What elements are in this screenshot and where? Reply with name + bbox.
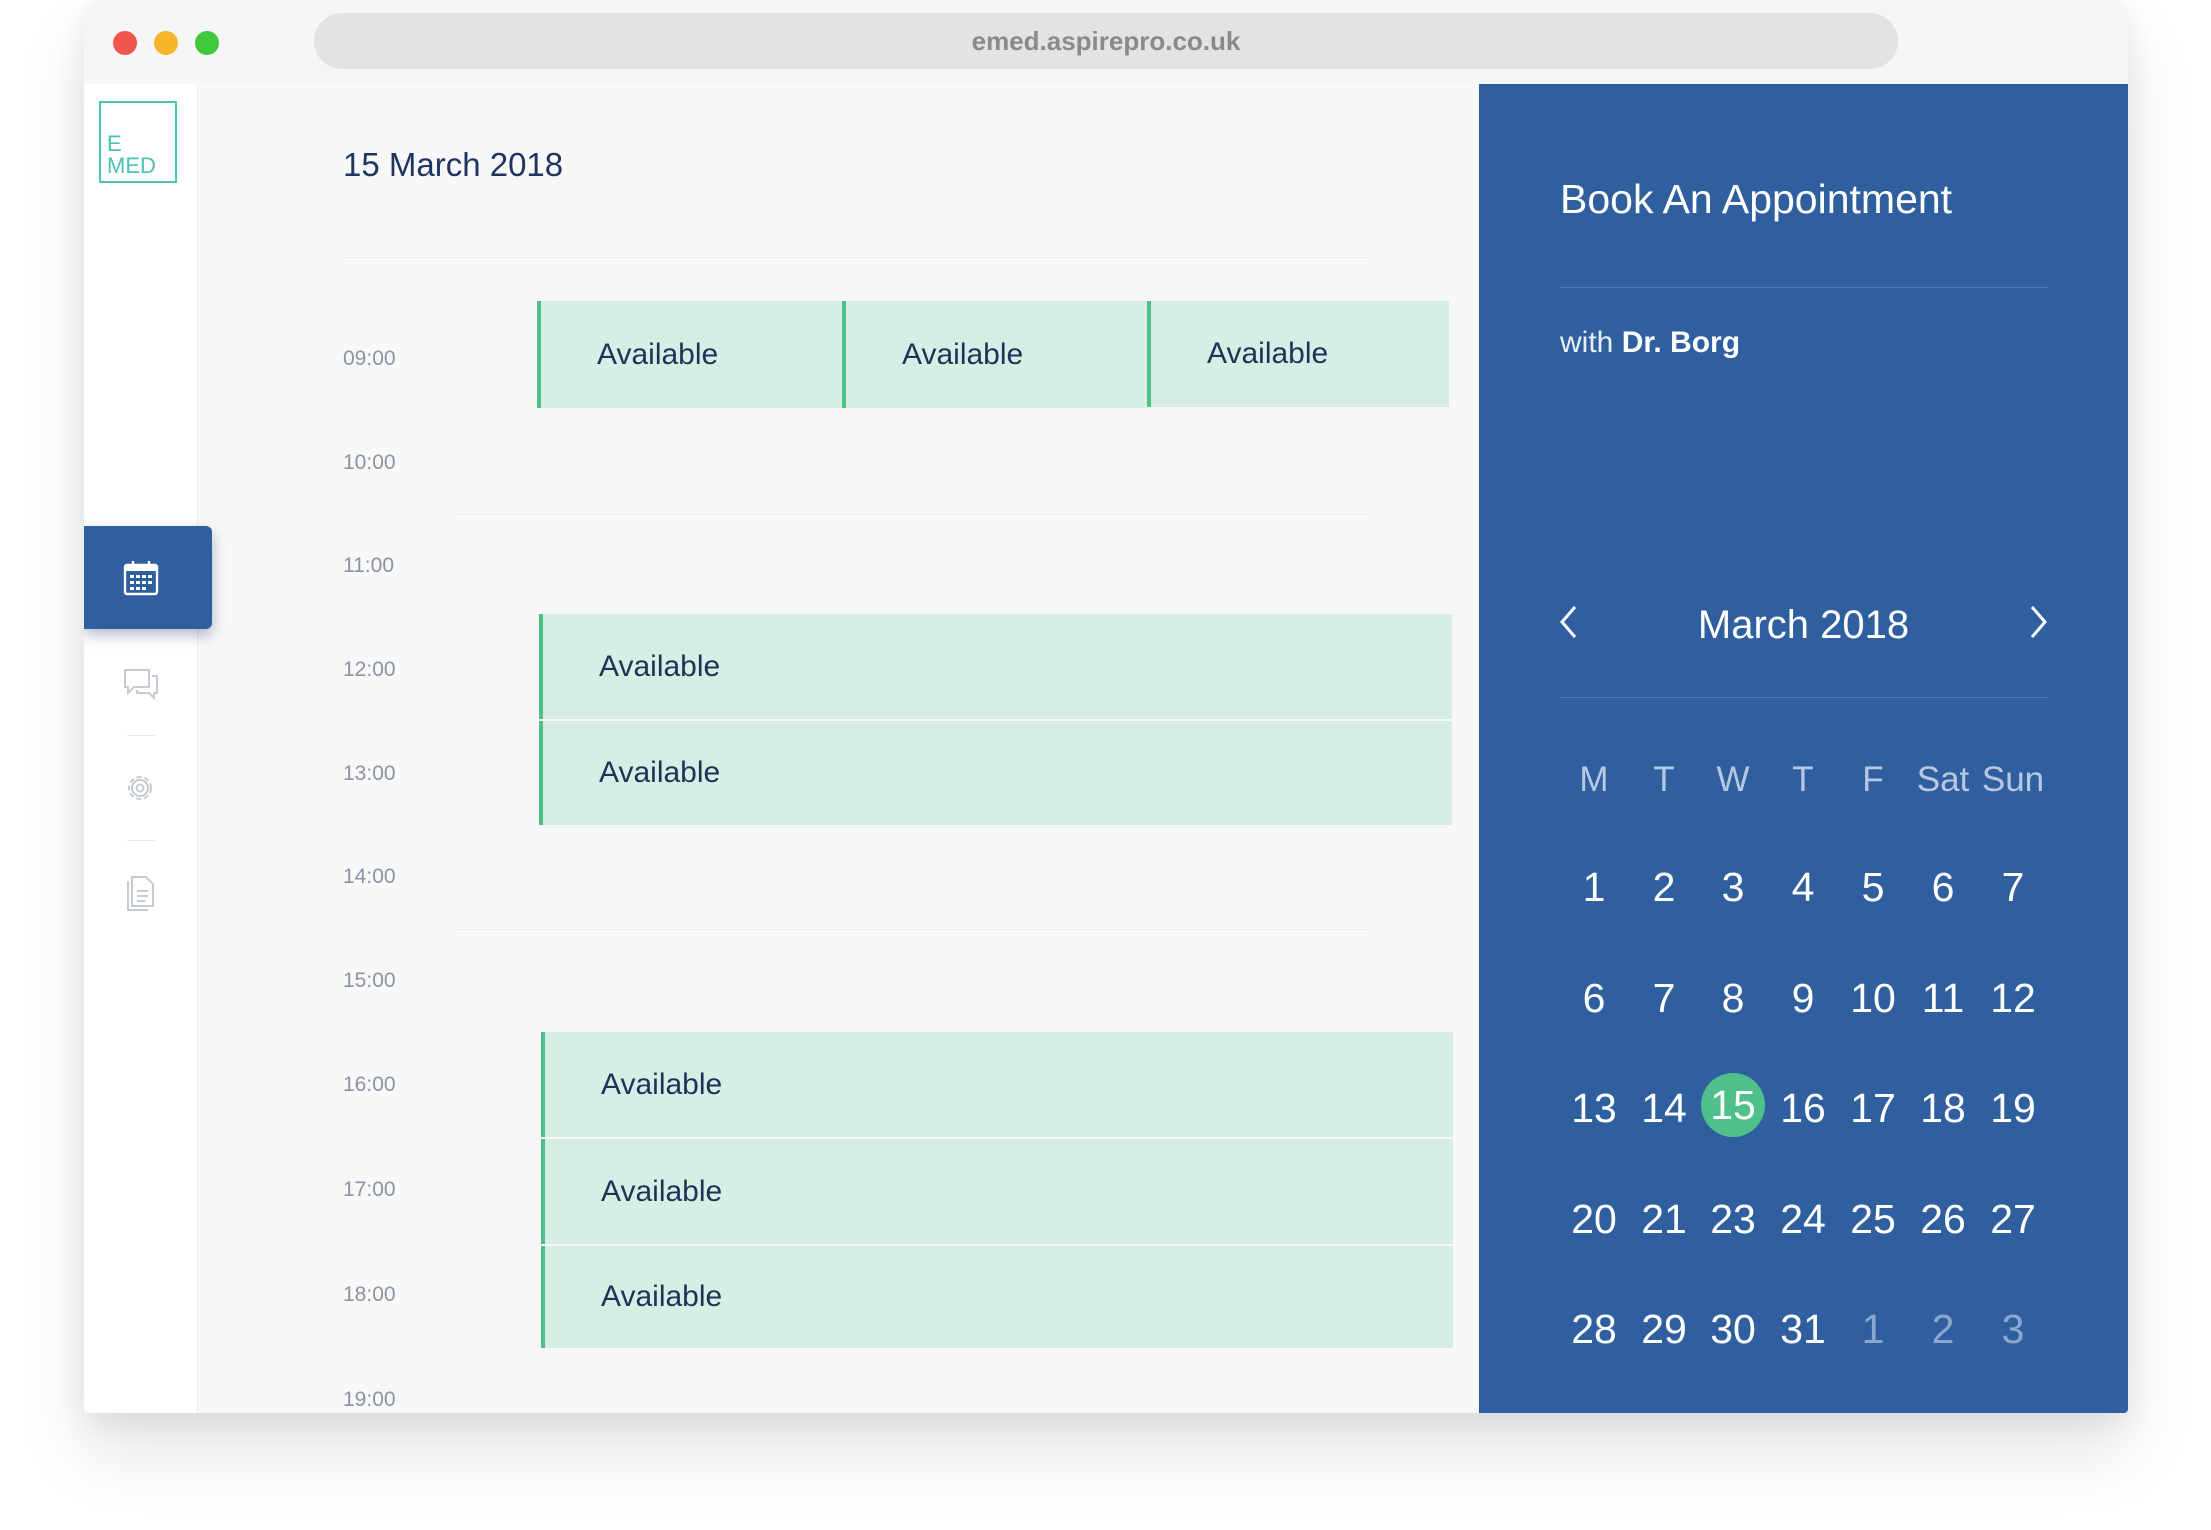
divider-line <box>1560 697 2048 698</box>
calendar-day-next-month[interactable]: 2 <box>1908 1306 1978 1353</box>
calendar-day[interactable]: 25 <box>1838 1196 1908 1243</box>
time-label: 14:00 <box>343 865 396 888</box>
time-label: 10:00 <box>343 451 396 474</box>
booking-title: Book An Appointment <box>1560 176 1953 222</box>
browser-titlebar: emed.aspirepro.co.uk <box>84 0 2128 84</box>
calendar-day-next-month[interactable]: 1 <box>1838 1306 1908 1353</box>
calendar-day[interactable]: 6 <box>1908 864 1978 911</box>
doctor-line: with Dr. Borg <box>1560 326 1740 360</box>
schedule-area: 15 March 2018 09:00 10:00 11:00 12:00 13… <box>197 84 1563 1413</box>
url-text: emed.aspirepro.co.uk <box>971 25 1241 56</box>
weekday-label: T <box>1792 760 1814 799</box>
maximize-window-button[interactable] <box>195 31 219 55</box>
calendar-day[interactable]: 1 <box>1559 864 1629 911</box>
calendar-day[interactable]: 7 <box>1978 864 2048 911</box>
booking-panel: Book An Appointment with Dr. Borg March … <box>1479 84 2128 1413</box>
logo-line-2: MED <box>107 153 156 178</box>
calendar-day[interactable]: 31 <box>1768 1306 1838 1353</box>
document-icon <box>127 876 154 911</box>
calendar-day[interactable]: 18 <box>1908 1085 1978 1132</box>
time-label: 12:00 <box>343 658 396 681</box>
address-bar[interactable]: emed.aspirepro.co.uk <box>314 13 1898 69</box>
weekday-label: W <box>1716 760 1750 799</box>
available-slot[interactable]: Available <box>541 1032 1453 1137</box>
calendar-day[interactable]: 28 <box>1559 1306 1629 1353</box>
calendar-icon <box>123 560 159 595</box>
calendar-day[interactable]: 29 <box>1629 1306 1699 1353</box>
time-label: 16:00 <box>343 1073 396 1096</box>
logo-line-1: E <box>107 131 122 156</box>
time-label: 15:00 <box>343 969 396 992</box>
emed-logo[interactable]: E MED <box>99 101 177 183</box>
calendar-day[interactable]: 11 <box>1908 975 1978 1022</box>
calendar-day[interactable]: 26 <box>1908 1196 1978 1243</box>
sidebar: E MED <box>84 84 212 1413</box>
calendar-day[interactable]: 3 <box>1698 864 1768 911</box>
calendar-day[interactable]: 4 <box>1768 864 1838 911</box>
calendar-day-next-month[interactable]: 3 <box>1978 1306 2048 1353</box>
time-label: 09:00 <box>343 347 396 370</box>
time-label: 19:00 <box>343 1388 396 1411</box>
available-slot[interactable]: Available <box>541 1246 1453 1348</box>
calendar-day[interactable]: 7 <box>1629 975 1699 1022</box>
calendar-day-selected[interactable]: 15 <box>1701 1073 1765 1137</box>
calendar-day[interactable]: 10 <box>1838 975 1908 1022</box>
calendar-day[interactable]: 2 <box>1629 864 1699 911</box>
nav-divider <box>127 735 155 736</box>
divider-line <box>1560 287 2048 288</box>
chat-icon <box>124 669 158 701</box>
calendar-day[interactable]: 14 <box>1629 1085 1699 1132</box>
calendar-day[interactable]: 9 <box>1768 975 1838 1022</box>
calendar-day[interactable]: 30 <box>1698 1306 1768 1353</box>
settings-icon <box>128 776 152 800</box>
available-slot[interactable]: Available <box>537 301 844 408</box>
calendar-day[interactable]: 16 <box>1768 1085 1838 1132</box>
time-label: 17:00 <box>343 1178 396 1201</box>
available-slot[interactable]: Available <box>539 614 1452 719</box>
calendar-day[interactable]: 8 <box>1698 975 1768 1022</box>
browser-window: emed.aspirepro.co.uk E MED 15 March 2018… <box>84 0 2128 1413</box>
weekday-label: T <box>1653 760 1675 799</box>
close-window-button[interactable] <box>113 31 137 55</box>
schedule-date: 15 March 2018 <box>343 146 564 183</box>
time-label: 18:00 <box>343 1283 396 1306</box>
calendar-day[interactable]: 12 <box>1978 975 2048 1022</box>
nav-settings[interactable] <box>122 770 158 811</box>
calendar-day[interactable]: 21 <box>1629 1196 1699 1243</box>
time-label: 13:00 <box>343 762 396 785</box>
calendar-day[interactable]: 27 <box>1978 1196 2048 1243</box>
divider-line <box>343 257 1368 258</box>
available-slot[interactable]: Available <box>1147 301 1449 407</box>
nav-divider <box>127 840 155 841</box>
calendar-day[interactable]: 19 <box>1978 1085 2048 1132</box>
weekday-label: M <box>1579 760 1609 799</box>
minimize-window-button[interactable] <box>154 31 178 55</box>
calendar-day[interactable]: 24 <box>1768 1196 1838 1243</box>
calendar-day[interactable]: 20 <box>1559 1196 1629 1243</box>
calendar-day[interactable]: 6 <box>1559 975 1629 1022</box>
doctor-name: Dr. Borg <box>1621 326 1741 359</box>
chevron-right-icon <box>2030 606 2047 638</box>
divider-line <box>452 929 1368 930</box>
nav-documents[interactable] <box>122 872 158 917</box>
calendar-day[interactable]: 5 <box>1838 864 1908 911</box>
time-label: 11:00 <box>343 554 394 577</box>
calendar-day[interactable]: 23 <box>1698 1196 1768 1243</box>
nav-calendar[interactable] <box>84 526 212 629</box>
with-label: with <box>1560 326 1614 359</box>
next-month-button[interactable] <box>2023 602 2053 642</box>
calendar-day[interactable]: 13 <box>1559 1085 1629 1132</box>
weekday-label: F <box>1862 760 1884 799</box>
divider-line <box>452 514 1368 515</box>
weekday-label: Sun <box>1981 760 2045 799</box>
calendar-day[interactable]: 17 <box>1838 1085 1908 1132</box>
available-slot[interactable]: Available <box>539 721 1452 825</box>
available-slot[interactable]: Available <box>541 1139 1453 1244</box>
available-slot[interactable]: Available <box>842 301 1149 408</box>
nav-messages[interactable] <box>122 667 160 706</box>
weekday-label: Sat <box>1916 760 1970 799</box>
